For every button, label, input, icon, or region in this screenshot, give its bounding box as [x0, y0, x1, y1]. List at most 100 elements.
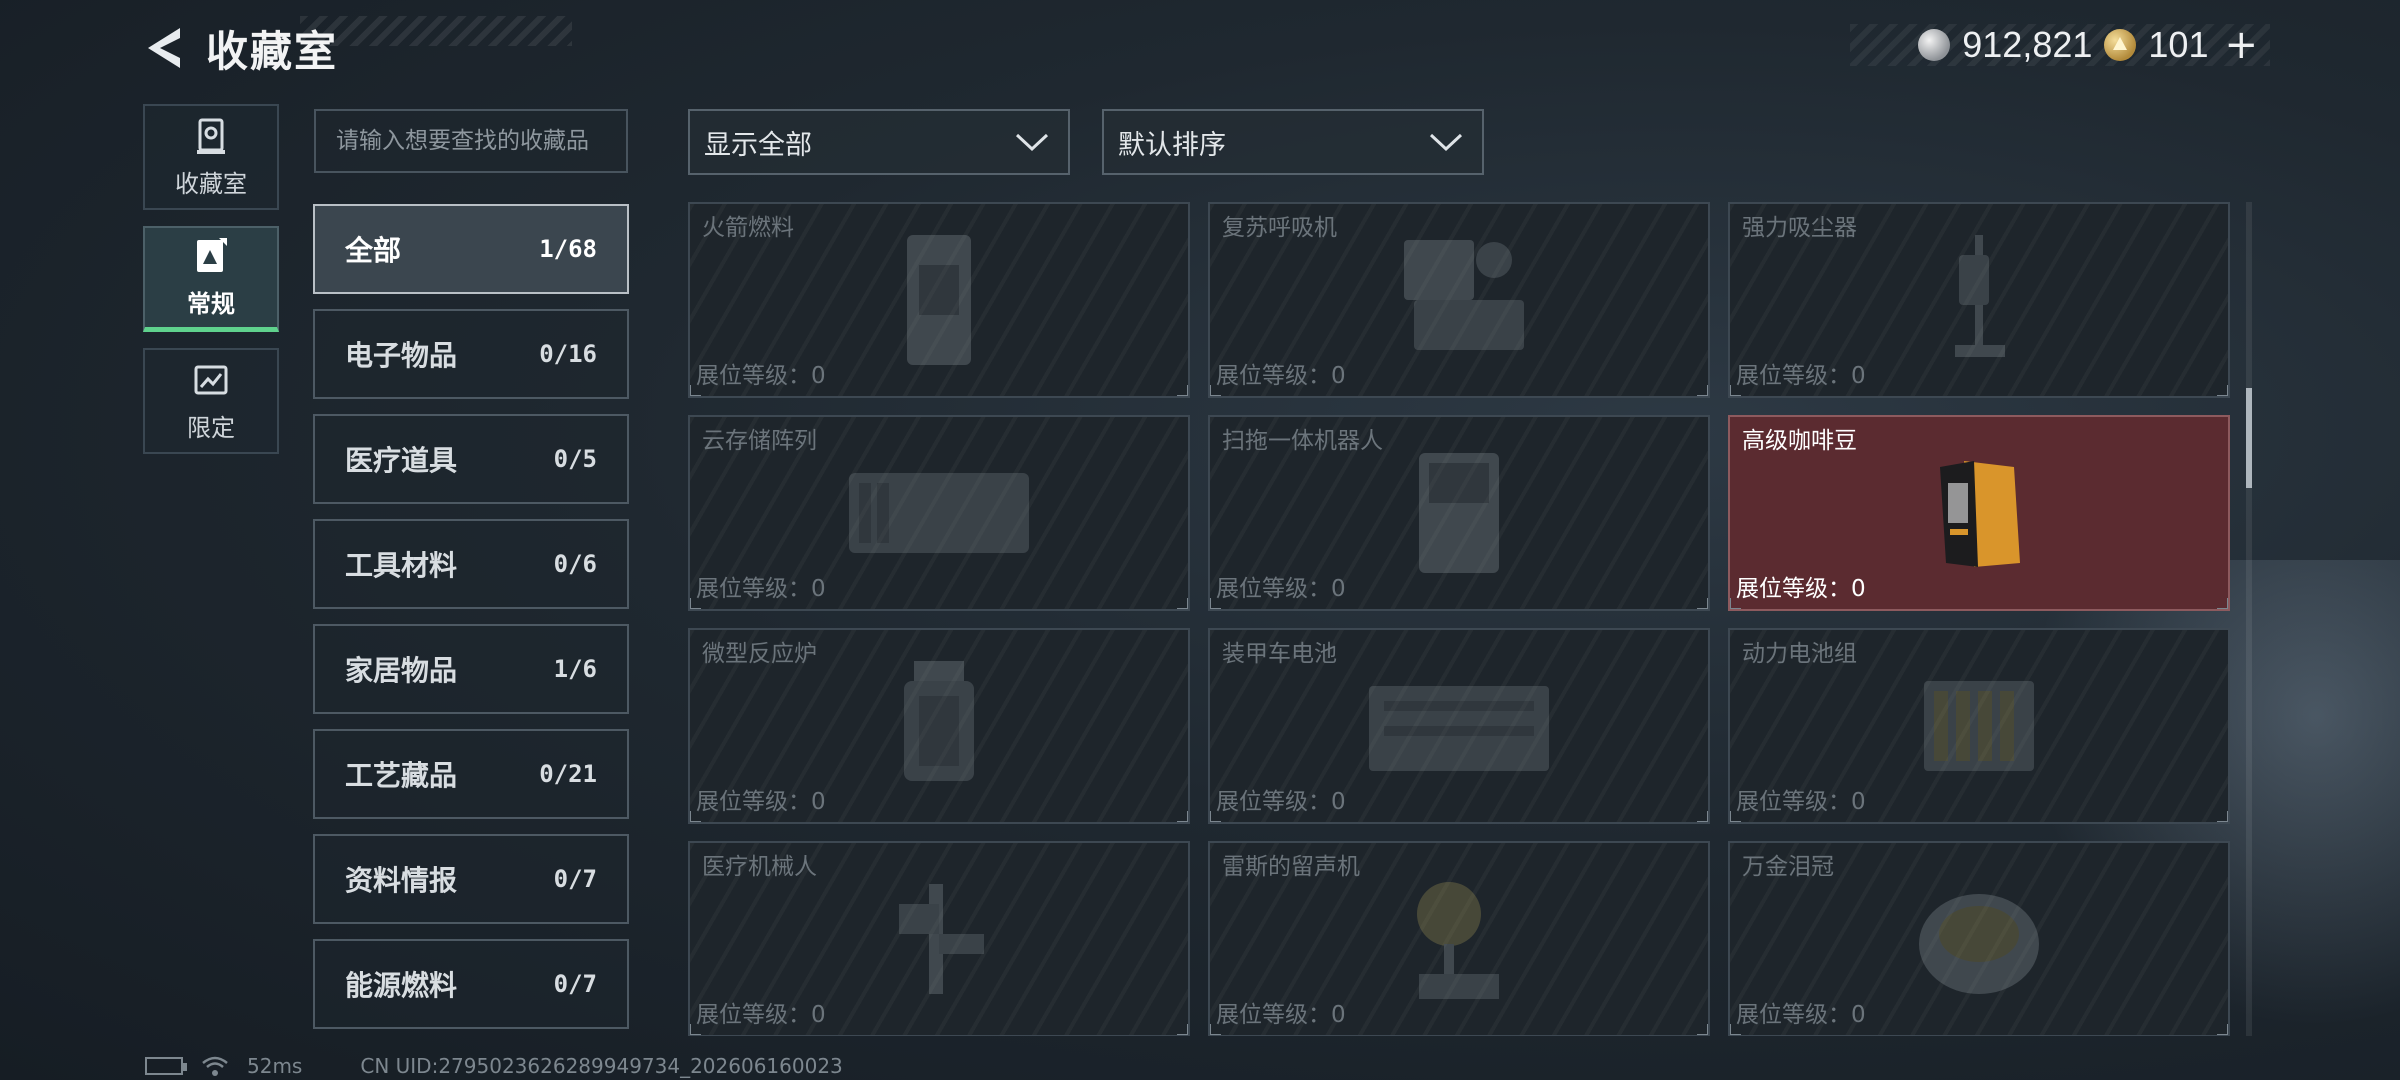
category-name: 家居物品 [345, 654, 458, 687]
item-level: 展位等级：0 [1736, 789, 1866, 815]
collection-card[interactable]: 动力电池组 展位等级：0 [1728, 628, 2230, 824]
mop-robot-icon [1419, 453, 1499, 573]
category-count: 0/7 [553, 865, 597, 893]
item-level: 展位等级：0 [1216, 1002, 1346, 1028]
cloud-storage-icon [849, 473, 1029, 553]
category-name: 资料情报 [345, 864, 458, 897]
gold-coin-value: 101 [2148, 24, 2209, 65]
item-level: 展位等级：0 [1216, 363, 1346, 389]
category-energy[interactable]: 能源燃料 0/7 [313, 939, 629, 1029]
chevron-down-icon [1015, 133, 1049, 152]
item-level: 展位等级：0 [696, 789, 826, 815]
collection-card[interactable]: 云存储阵列 展位等级：0 [688, 415, 1190, 611]
status-footer: 52ms CN UID:2795023626289949734_20260616… [145, 1054, 843, 1078]
nav-item-collection-room[interactable]: 收藏室 [143, 104, 279, 210]
side-nav: 收藏室 常规 限定 [143, 104, 279, 470]
collection-card[interactable]: 万金泪冠 展位等级：0 [1728, 841, 2230, 1036]
scrollbar-thumb[interactable] [2246, 388, 2252, 488]
collection-card[interactable]: 医疗机械人 展位等级：0 [688, 841, 1190, 1036]
category-count: 1/68 [539, 235, 597, 263]
category-name: 能源燃料 [345, 969, 458, 1002]
item-name: 微型反应炉 [702, 641, 817, 667]
nav-label: 收藏室 [175, 169, 247, 198]
ventilator-icon [1404, 240, 1524, 350]
gramophone-icon [1417, 882, 1499, 999]
item-level: 展位等级：0 [1216, 576, 1346, 602]
display-filter-value: 显示全部 [704, 129, 812, 161]
category-crafts[interactable]: 工艺藏品 0/21 [313, 729, 629, 819]
category-name: 电子物品 [345, 339, 458, 372]
medical-robot-icon [899, 884, 984, 994]
category-medical[interactable]: 医疗道具 0/5 [313, 414, 629, 504]
item-level: 展位等级：0 [696, 576, 826, 602]
item-level: 展位等级：0 [696, 363, 826, 389]
category-name: 工艺藏品 [345, 759, 458, 792]
category-list: 全部 1/68 电子物品 0/16 医疗道具 0/5 工具材料 0/6 家居物品… [313, 204, 629, 1044]
item-name: 火箭燃料 [702, 215, 794, 241]
silver-coin-value: 912,821 [1962, 24, 2093, 65]
power-battery-pack-icon [1924, 681, 2034, 771]
back-arrow-icon [148, 28, 180, 68]
sort-value: 默认排序 [1118, 129, 1226, 161]
category-count: 0/6 [553, 550, 597, 578]
category-tools[interactable]: 工具材料 0/6 [313, 519, 629, 609]
collection-card[interactable]: 装甲车电池 展位等级：0 [1208, 628, 1710, 824]
category-count: 0/7 [553, 970, 597, 998]
battery-icon [145, 1057, 187, 1075]
collection-card[interactable]: 扫拖一体机器人 展位等级：0 [1208, 415, 1710, 611]
item-name: 万金泪冠 [1742, 854, 1834, 880]
collection-card[interactable]: 复苏呼吸机 展位等级：0 [1208, 202, 1710, 398]
category-name: 全部 [345, 234, 402, 267]
collection-grid: 火箭燃料 展位等级：0 复苏呼吸机 展位等级：0 强力吸尘器 展位等级：0 云存… [688, 202, 2230, 1036]
collection-room-icon [197, 118, 225, 154]
item-name: 强力吸尘器 [1742, 215, 1857, 241]
item-name: 云存储阵列 [702, 428, 817, 454]
silver-coin-icon [1918, 29, 1951, 61]
regular-icon [197, 238, 227, 272]
nav-label: 常规 [187, 290, 235, 318]
item-name: 装甲车电池 [1222, 641, 1337, 667]
item-level: 展位等级：0 [696, 1002, 826, 1028]
collection-card[interactable]: 火箭燃料 展位等级：0 [688, 202, 1190, 398]
back-button[interactable] [140, 24, 188, 72]
vacuum-cleaner-icon [1955, 235, 2005, 357]
display-filter-dropdown[interactable]: 显示全部 [688, 109, 1070, 175]
uid-text: CN UID:2795023626289949734_202606160023 [360, 1054, 843, 1078]
category-household[interactable]: 家居物品 1/6 [313, 624, 629, 714]
category-count: 0/5 [553, 445, 597, 473]
add-currency-button[interactable]: + [2224, 25, 2258, 65]
collection-card[interactable]: 强力吸尘器 展位等级：0 [1728, 202, 2230, 398]
item-level: 展位等级：0 [1736, 576, 1866, 602]
item-name: 雷斯的留声机 [1222, 854, 1360, 880]
currency-bar: 912,821 101 + [1850, 24, 2270, 66]
search-input[interactable] [314, 109, 628, 173]
collection-card[interactable]: 雷斯的留声机 展位等级：0 [1208, 841, 1710, 1036]
category-count: 0/21 [539, 760, 597, 788]
grid-scrollbar[interactable] [2246, 202, 2252, 1036]
wifi-icon [202, 1056, 228, 1076]
item-level: 展位等级：0 [1736, 363, 1866, 389]
limited-icon [194, 365, 228, 394]
category-count: 1/6 [553, 655, 597, 683]
gold-coin-icon [2104, 29, 2137, 61]
rocket-fuel-icon [907, 235, 971, 365]
collection-card[interactable]: 微型反应炉 展位等级：0 [688, 628, 1190, 824]
chevron-down-icon [1429, 133, 1463, 152]
armored-battery-icon [1369, 686, 1549, 771]
coffee-bean-bag-icon [1940, 461, 2020, 567]
item-name: 扫拖一体机器人 [1222, 428, 1383, 454]
category-all[interactable]: 全部 1/68 [313, 204, 629, 294]
nav-item-regular[interactable]: 常规 [143, 226, 279, 332]
ping-text: 52ms [247, 1054, 303, 1078]
nav-label: 限定 [187, 413, 235, 442]
nav-item-limited[interactable]: 限定 [143, 348, 279, 454]
micro-reactor-icon [904, 661, 974, 781]
category-intel[interactable]: 资料情报 0/7 [313, 834, 629, 924]
category-electronics[interactable]: 电子物品 0/16 [313, 309, 629, 399]
item-name: 复苏呼吸机 [1222, 215, 1337, 241]
item-level: 展位等级：0 [1736, 1002, 1866, 1028]
crown-jewel-icon [1919, 894, 2039, 994]
collection-card-owned[interactable]: 高级咖啡豆 展位等级：0 [1728, 415, 2230, 611]
sort-dropdown[interactable]: 默认排序 [1102, 109, 1484, 175]
title-decoration [300, 16, 572, 46]
